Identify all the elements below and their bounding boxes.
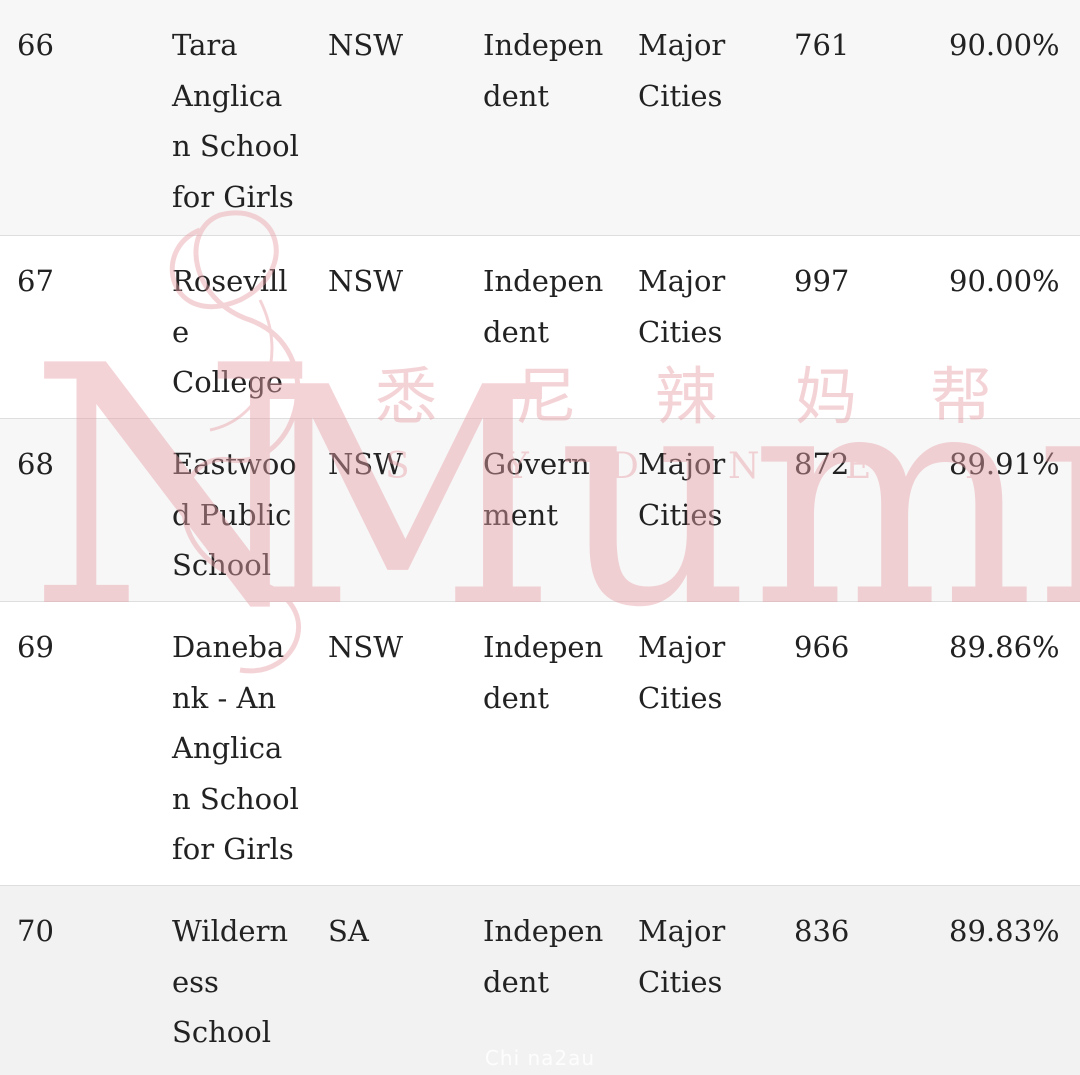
rank-cell: 68 bbox=[17, 447, 54, 481]
enrolment-cell: 872 bbox=[794, 447, 850, 481]
state-cell: NSW bbox=[328, 630, 404, 664]
sector-cell: Indepen dent bbox=[483, 28, 604, 113]
school-name-cell: Tara Anglica n School for Girls bbox=[172, 28, 299, 214]
sector-cell: Indepen dent bbox=[483, 630, 604, 715]
enrolment-cell: 966 bbox=[794, 630, 850, 664]
school-ranking-table: 66 Tara Anglica n School for Girls NSW I… bbox=[0, 0, 1080, 1075]
state-cell: SA bbox=[328, 914, 369, 948]
rank-cell: 70 bbox=[17, 914, 54, 948]
table-row: 69 Daneba nk - An Anglica n School for G… bbox=[0, 602, 1080, 886]
school-name-cell: Daneba nk - An Anglica n School for Girl… bbox=[172, 630, 299, 866]
enrolment-cell: 761 bbox=[794, 28, 850, 62]
percentage-cell: 90.00% bbox=[949, 264, 1060, 298]
table-row: 67 Rosevill e College NSW Indepen dent M… bbox=[0, 236, 1080, 419]
percentage-cell: 89.83% bbox=[949, 914, 1060, 948]
school-name-cell: Wildern ess School bbox=[172, 914, 289, 1049]
rank-cell: 66 bbox=[17, 28, 54, 62]
percentage-cell: 89.91% bbox=[949, 447, 1060, 481]
state-cell: NSW bbox=[328, 264, 404, 298]
sector-cell: Govern ment bbox=[483, 447, 590, 532]
sector-cell: Indepen dent bbox=[483, 914, 604, 999]
state-cell: NSW bbox=[328, 28, 404, 62]
percentage-cell: 89.86% bbox=[949, 630, 1060, 664]
region-cell: Major Cities bbox=[638, 264, 726, 349]
rank-cell: 69 bbox=[17, 630, 54, 664]
region-cell: Major Cities bbox=[638, 447, 726, 532]
table-row: 66 Tara Anglica n School for Girls NSW I… bbox=[0, 0, 1080, 236]
site-watermark-text: Chi na2au bbox=[484, 1046, 596, 1070]
enrolment-cell: 997 bbox=[794, 264, 850, 298]
table-row: 68 Eastwoo d Public School NSW Govern me… bbox=[0, 419, 1080, 602]
region-cell: Major Cities bbox=[638, 28, 726, 113]
enrolment-cell: 836 bbox=[794, 914, 850, 948]
rank-cell: 67 bbox=[17, 264, 54, 298]
region-cell: Major Cities bbox=[638, 914, 726, 999]
school-name-cell: Rosevill e College bbox=[172, 264, 288, 399]
percentage-cell: 90.00% bbox=[949, 28, 1060, 62]
school-name-cell: Eastwoo d Public School bbox=[172, 447, 297, 582]
state-cell: NSW bbox=[328, 447, 404, 481]
sector-cell: Indepen dent bbox=[483, 264, 604, 349]
region-cell: Major Cities bbox=[638, 630, 726, 715]
